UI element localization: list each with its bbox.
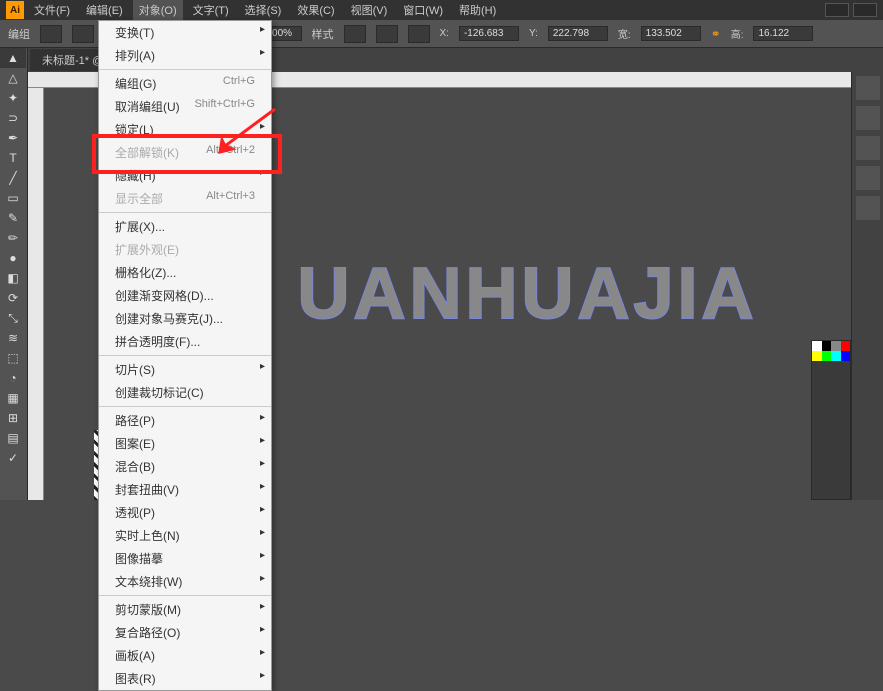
align-icon[interactable] (376, 25, 398, 43)
mesh-tool[interactable]: ⊞ (0, 408, 26, 428)
menu-item-20[interactable]: 路径(P) (99, 409, 271, 432)
menu-item-27[interactable]: 文本绕排(W) (99, 570, 271, 593)
menu-file[interactable]: 文件(F) (28, 0, 76, 20)
menu-object[interactable]: 对象(O) (133, 0, 183, 20)
menu-item-15[interactable]: 拼合透明度(F)... (99, 330, 271, 353)
brushes-panel-icon[interactable] (856, 136, 880, 160)
style-dropdown[interactable] (344, 25, 366, 43)
eyedropper-tool[interactable]: ✓ (0, 448, 26, 468)
menu-edit[interactable]: 编辑(E) (80, 0, 129, 20)
y-label: Y: (529, 28, 538, 39)
blob-brush-tool[interactable]: ● (0, 248, 26, 268)
menu-item-24[interactable]: 透视(P) (99, 501, 271, 524)
menu-text[interactable]: 文字(T) (187, 0, 235, 20)
menu-item-32[interactable]: 图表(R) (99, 667, 271, 690)
menu-item-30[interactable]: 复合路径(O) (99, 621, 271, 644)
menu-item-11: 扩展外观(E) (99, 238, 271, 261)
rotate-tool[interactable]: ⟳ (0, 288, 26, 308)
stroke-swatch[interactable] (72, 25, 94, 43)
type-tool[interactable]: T (0, 148, 26, 168)
menu-item-10[interactable]: 扩展(X)... (99, 215, 271, 238)
menu-item-21[interactable]: 图案(E) (99, 432, 271, 455)
w-label: 宽: (618, 26, 631, 41)
color-panel-icon[interactable] (856, 76, 880, 100)
transform-icon[interactable] (408, 25, 430, 43)
menu-item-5[interactable]: 锁定(L) (99, 118, 271, 141)
x-input[interactable] (459, 26, 519, 41)
free-transform-tool[interactable]: ⬚ (0, 348, 26, 368)
workspace-icon[interactable] (853, 3, 877, 17)
perspective-grid-tool[interactable]: ▦ (0, 388, 26, 408)
menu-item-0[interactable]: 变换(T) (99, 21, 271, 44)
h-input[interactable] (753, 26, 813, 41)
menu-item-23[interactable]: 封套扭曲(V) (99, 478, 271, 501)
menu-item-22[interactable]: 混合(B) (99, 455, 271, 478)
direct-selection-tool[interactable]: △ (0, 68, 26, 88)
paintbrush-tool[interactable]: ✎ (0, 208, 26, 228)
line-tool[interactable]: ╱ (0, 168, 26, 188)
pencil-tool[interactable]: ✏ (0, 228, 26, 248)
w-input[interactable] (641, 26, 701, 41)
object-menu-dropdown: 变换(T)排列(A) 编组(G)Ctrl+G取消编组(U)Shift+Ctrl+G… (98, 20, 272, 691)
stroke-panel-icon[interactable] (856, 196, 880, 220)
menu-item-12[interactable]: 栅格化(Z)... (99, 261, 271, 284)
tool-panel: ▲ △ ✦ ⊃ ✒ T ╱ ▭ ✎ ✏ ● ◧ ⟳ ⤡ ≋ ⬚ ◔ ▦ ⊞ ▤ … (0, 48, 28, 500)
swatches-panel[interactable] (811, 340, 851, 500)
menu-item-17[interactable]: 切片(S) (99, 358, 271, 381)
menu-item-25[interactable]: 实时上色(N) (99, 524, 271, 547)
text-artwork[interactable]: UANHUAJIA (297, 253, 757, 335)
menu-item-31[interactable]: 画板(A) (99, 644, 271, 667)
scale-tool[interactable]: ⤡ (0, 308, 26, 328)
menu-view[interactable]: 视图(V) (345, 0, 394, 20)
selection-tool[interactable]: ▲ (0, 48, 26, 68)
swatches-panel-icon[interactable] (856, 106, 880, 130)
fill-swatch[interactable] (40, 25, 62, 43)
menu-bar: Ai 文件(F) 编辑(E) 对象(O) 文字(T) 选择(S) 效果(C) 视… (0, 0, 883, 20)
width-tool[interactable]: ≋ (0, 328, 26, 348)
menu-select[interactable]: 选择(S) (239, 0, 288, 20)
menu-window[interactable]: 窗口(W) (397, 0, 449, 20)
gradient-tool[interactable]: ▤ (0, 428, 26, 448)
pen-tool[interactable]: ✒ (0, 128, 26, 148)
menu-item-6: 全部解锁(K)Alt+Ctrl+2 (99, 141, 271, 164)
h-label: 高: (731, 26, 744, 41)
menu-item-29[interactable]: 剪切蒙版(M) (99, 598, 271, 621)
app-logo: Ai (6, 1, 24, 19)
lasso-tool[interactable]: ⊃ (0, 108, 26, 128)
symbols-panel-icon[interactable] (856, 166, 880, 190)
x-label: X: (440, 28, 449, 39)
menu-help[interactable]: 帮助(H) (453, 0, 502, 20)
link-icon[interactable]: ⚭ (711, 27, 721, 41)
menu-item-14[interactable]: 创建对象马赛克(J)... (99, 307, 271, 330)
right-panel-dock (851, 72, 883, 500)
menu-item-26[interactable]: 图像描摹 (99, 547, 271, 570)
menu-item-4[interactable]: 取消编组(U)Shift+Ctrl+G (99, 95, 271, 118)
vertical-ruler (28, 88, 44, 500)
menu-item-13[interactable]: 创建渐变网格(D)... (99, 284, 271, 307)
menu-item-8: 显示全部Alt+Ctrl+3 (99, 187, 271, 210)
shape-builder-tool[interactable]: ◔ (0, 368, 26, 388)
style-label: 样式 (312, 26, 334, 42)
magic-wand-tool[interactable]: ✦ (0, 88, 26, 108)
y-input[interactable] (548, 26, 608, 41)
menu-item-1[interactable]: 排列(A) (99, 44, 271, 67)
menu-item-7[interactable]: 隐藏(H) (99, 164, 271, 187)
layout-icon[interactable] (825, 3, 849, 17)
menu-item-18[interactable]: 创建裁切标记(C) (99, 381, 271, 404)
rectangle-tool[interactable]: ▭ (0, 188, 26, 208)
eraser-tool[interactable]: ◧ (0, 268, 26, 288)
menu-item-3[interactable]: 编组(G)Ctrl+G (99, 72, 271, 95)
menu-effect[interactable]: 效果(C) (291, 0, 340, 20)
selection-type-label: 编组 (8, 26, 30, 42)
